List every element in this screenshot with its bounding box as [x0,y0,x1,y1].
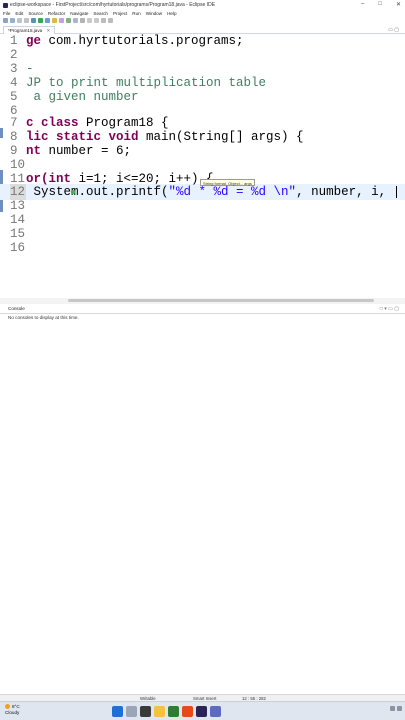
weather-temperature: 8°C [12,704,20,709]
menu-source[interactable]: Source [28,11,43,16]
menu-navigate[interactable]: Navigate [70,11,88,16]
code-line-9: 9 nt number = 6; [10,144,132,158]
code-line-11: 11or(int i=1; i<=20; i++) { [10,172,214,186]
editor-view-controls[interactable]: ▭ ▢ [388,27,399,33]
eclipse-taskbar-icon[interactable] [196,706,207,717]
weather-condition: Cloudy [5,710,20,715]
menu-project[interactable]: Project [113,11,127,16]
task-view-icon[interactable] [140,706,151,717]
status-bar: Writable Smart Insert 12 : 55 : 282 [0,694,405,701]
open-type-icon[interactable] [73,18,78,23]
menu-bar: File Edit Source Refactor Navigate Searc… [0,10,405,17]
minimize-button[interactable]: – [361,1,364,8]
network-icon[interactable] [390,706,395,711]
close-button[interactable]: ✕ [396,1,401,8]
taskbar-apps [112,706,221,717]
maximize-button[interactable]: □ [378,1,382,8]
window-controls: – □ ✕ [361,1,401,8]
save-all-icon[interactable] [17,18,22,23]
coverage-icon[interactable] [45,18,50,23]
content-assist-icon [71,190,75,194]
change-marker [0,128,3,138]
console-tab[interactable]: Console [8,306,25,311]
search-taskbar-icon[interactable] [126,706,137,717]
debug-icon[interactable] [31,18,36,23]
new-package-icon[interactable] [59,18,64,23]
toolbar [0,17,405,24]
save-icon[interactable] [10,18,15,23]
new-icon[interactable] [3,18,8,23]
window-title: eclipse-workspace - FirstProject/src/com… [10,2,216,8]
menu-window[interactable]: Window [146,11,162,16]
annotation-prev-icon[interactable] [94,18,99,23]
windows-start-icon[interactable] [112,706,123,717]
forward-icon[interactable] [108,18,113,23]
new-java-project-icon[interactable] [52,18,57,23]
parameter-hint-tooltip: String format, Object... args [200,179,255,186]
print-icon[interactable] [24,18,29,23]
console-view-controls[interactable]: □ ▾ ▭ ▢ [380,306,399,312]
weather-widget[interactable]: 8°C Cloudy [5,704,20,716]
editor-tab-bar: *Program18.java ✕ ▭ ▢ [0,25,405,34]
code-line-1: 1 ge com.hyrtutorials.programs; [10,34,244,48]
close-tab-icon[interactable]: ✕ [47,28,51,33]
code-line-15: 15 [10,227,26,241]
code-line-7: 7c class Program18 { [10,116,169,130]
app-icon[interactable] [210,706,221,717]
console-tab-bar: Console □ ▾ ▭ ▢ [0,305,405,314]
code-line-5: 5 a given number [10,90,139,104]
console-empty-message: No consoles to display at this time. [8,315,79,320]
annotation-next-icon[interactable] [87,18,92,23]
code-line-16: 16 [10,241,26,255]
code-line-12: 12 System.out.printf("%d * %d = %d \n", … [10,185,397,199]
menu-refactor[interactable]: Refactor [48,11,65,16]
editor-tab-label: *Program18.java [8,28,43,33]
title-bar: eclipse-workspace - FirstProject/src/com… [0,0,405,10]
os-taskbar: 8°C Cloudy [0,701,405,720]
file-explorer-icon[interactable] [154,706,165,717]
search-icon[interactable] [80,18,85,23]
code-line-3: 3- [10,62,34,76]
menu-file[interactable]: File [3,11,10,16]
code-line-4: 4 JP to print multiplication table [10,76,267,90]
console-panel: No consoles to display at this time. [0,314,405,694]
weather-cloud-icon [5,704,10,710]
run-icon[interactable] [38,18,43,23]
code-line-8: 8 lic static void main(String[] args) { [10,130,304,144]
system-tray [390,706,402,711]
menu-edit[interactable]: Edit [15,11,23,16]
code-line-10: 10 [10,158,26,172]
code-line-13: 13 [10,199,26,213]
new-class-icon[interactable] [66,18,71,23]
eclipse-icon [3,2,8,8]
chrome-icon[interactable] [168,706,179,717]
horizontal-scrollbar[interactable] [68,299,374,302]
menu-run[interactable]: Run [132,11,140,16]
code-line-14: 14 [10,213,26,227]
code-line-2: 2 [10,48,18,62]
text-caret [395,185,397,198]
code-editor[interactable]: 1 ge com.hyrtutorials.programs; 2 3- 4 JP … [0,34,405,298]
volume-icon[interactable] [397,706,402,711]
menu-help[interactable]: Help [167,11,176,16]
back-icon[interactable] [101,18,106,23]
menu-search[interactable]: Search [93,11,108,16]
firefox-icon[interactable] [182,706,193,717]
editor-tab-program18[interactable]: *Program18.java ✕ [3,26,56,34]
